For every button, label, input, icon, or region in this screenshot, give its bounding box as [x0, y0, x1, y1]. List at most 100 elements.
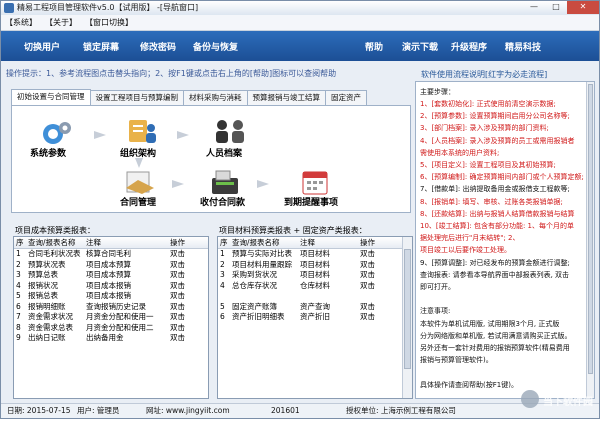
col-action[interactable]: 操作: [168, 237, 198, 248]
row-action[interactable]: 双击: [168, 260, 198, 271]
switch-user-button[interactable]: 切换用户: [24, 40, 60, 53]
row-note: 出纳备用金: [86, 333, 124, 342]
row-action[interactable]: 双击: [358, 260, 388, 271]
col-action[interactable]: 操作: [358, 237, 388, 248]
demo-download-button[interactable]: 演示下载: [402, 40, 438, 53]
maximize-button[interactable]: □: [545, 1, 567, 14]
table-row[interactable]: 2 项目材料用量跟踪 项目材料 双击: [218, 260, 412, 271]
calendar-icon[interactable]: [301, 168, 331, 196]
flow-step-line: 项目竣工以后要作竣工处理。: [420, 246, 511, 255]
vertical-scrollbar[interactable]: [402, 237, 412, 398]
row-index: 5: [16, 291, 21, 300]
cash-register-icon[interactable]: [210, 168, 240, 196]
minimize-button[interactable]: —: [523, 1, 545, 14]
table-row[interactable]: 6 报销明细账 查询报销历史记录 双击: [14, 302, 208, 313]
flow-staff-records[interactable]: 人员档案: [206, 146, 242, 159]
table-row[interactable]: 3 预算总表 项目成本预算 双击: [14, 270, 208, 281]
row-action[interactable]: 双击: [168, 281, 198, 292]
row-report-name: 固定资产账簿: [232, 301, 277, 311]
table-row[interactable]: [218, 291, 412, 302]
row-action[interactable]: 双击: [358, 302, 388, 313]
table-row[interactable]: 5 固定资产账簿 资产查询 双击: [218, 302, 412, 313]
row-report-name: 报销总表: [28, 291, 58, 300]
row-action[interactable]: 双击: [358, 281, 388, 292]
flow-step-line: 8、[报销单]: 填写、审核、过账各类报销单据;: [420, 197, 563, 206]
row-action[interactable]: 双击: [358, 249, 388, 260]
flow-panel: 系统参数 组织架构 人员档案 合同管理 收付合同款 到期提醒事项: [11, 105, 411, 213]
row-action[interactable]: 双击: [358, 312, 388, 323]
row-note: 项目成本预算: [86, 259, 131, 269]
menu-about[interactable]: 【关于】: [45, 17, 77, 28]
row-action[interactable]: 双击: [168, 249, 198, 260]
row-action[interactable]: 双击: [168, 333, 198, 344]
backup-restore-button[interactable]: 备份与恢复: [193, 40, 238, 53]
usage-flow-title: 软件使用流程说明[红字为必走流程]: [421, 70, 548, 79]
lock-screen-button[interactable]: 锁定屏幕: [83, 40, 119, 53]
status-website[interactable]: 网址: www.jingyiit.com: [146, 404, 230, 418]
row-action[interactable]: 双击: [168, 270, 198, 281]
table-row[interactable]: 8 资金需求总表 月资金分配和使用二 双击: [14, 323, 208, 334]
table-row[interactable]: 1 预算与实际对比表 项目材料 双击: [218, 249, 412, 260]
table-row[interactable]: 5 报销总表 项目成本报销 双击: [14, 291, 208, 302]
gear-globe-icon[interactable]: [40, 118, 74, 146]
table-row[interactable]: 4 报销状况 项目成本报销 双击: [14, 281, 208, 292]
tab-fixed-assets[interactable]: 固定资产: [325, 90, 367, 105]
col-note[interactable]: 注释: [84, 237, 168, 248]
change-password-button[interactable]: 修改密码: [140, 40, 176, 53]
flow-contract-management[interactable]: 合同管理: [120, 195, 156, 208]
row-note: 核算合同毛利: [86, 249, 131, 258]
row-action[interactable]: 双击: [168, 302, 198, 313]
col-index[interactable]: 序: [14, 237, 26, 248]
table-row[interactable]: 3 采购到货状况 项目材料 双击: [218, 270, 412, 281]
row-index: 6: [220, 312, 225, 321]
table-row[interactable]: 7 资金需求状况 月资金分配和使用一 双击: [14, 312, 208, 323]
flow-step-line: 查询报表: 请参看本导航界面中部报表列表, 双击: [420, 270, 570, 279]
col-index[interactable]: 序: [218, 237, 230, 248]
flow-system-params[interactable]: 系统参数: [30, 146, 66, 159]
scroll-thumb[interactable]: [588, 84, 593, 374]
tab-project-budget[interactable]: 设置工程项目与预算编制: [89, 90, 184, 105]
row-action[interactable]: [358, 291, 388, 302]
row-action[interactable]: 双击: [168, 312, 198, 323]
row-index: [218, 291, 230, 302]
flow-step-line: 5、[项目定义]: 设置工程项目及其初始预算;: [420, 161, 556, 169]
col-report-name[interactable]: 查询/报表名称: [26, 237, 84, 248]
table-row[interactable]: 1 合同毛利状况表 核算合同毛利 双击: [14, 249, 208, 260]
menu-system[interactable]: 【系统】: [5, 17, 37, 28]
people-icon[interactable]: [212, 116, 248, 146]
row-index: 2: [220, 259, 225, 269]
flow-receivable-payment[interactable]: 收付合同款: [200, 195, 245, 208]
arrow-down-icon: [135, 158, 143, 168]
close-button[interactable]: ✕: [567, 1, 599, 14]
window-title: 精易工程项目管理软件v5.0【试用版】 -[导航窗口]: [17, 3, 199, 12]
flow-due-reminders[interactable]: 到期提醒事项: [284, 195, 338, 208]
app-window: 精易工程项目管理软件v5.0【试用版】 -[导航窗口] — □ ✕ 【系统】 【…: [0, 0, 600, 419]
tab-budget-settlement[interactable]: 预算报销与竣工结算: [246, 90, 326, 105]
org-chart-icon[interactable]: [127, 116, 159, 146]
table-row[interactable]: 6 资产折旧明细表 资产折旧 双击: [218, 312, 412, 323]
help-button[interactable]: 帮助: [365, 40, 383, 53]
table-row[interactable]: 4 总仓库存状况 仓库材料 双击: [218, 281, 412, 292]
row-action[interactable]: 双击: [358, 270, 388, 281]
contract-hands-icon[interactable]: [124, 168, 156, 196]
vertical-scrollbar[interactable]: [586, 82, 594, 398]
upgrade-button[interactable]: 升级程序: [451, 40, 487, 53]
row-action[interactable]: 双击: [168, 323, 198, 334]
row-report-name: 出纳日记账: [28, 333, 66, 342]
table-row[interactable]: 9 出纳日记账 出纳备用金 双击: [14, 333, 208, 344]
tab-initial-contract[interactable]: 初始设置与合同管理: [11, 89, 91, 105]
table-row[interactable]: 2 预算状况表 项目成本预算 双击: [14, 260, 208, 271]
window-controls: — □ ✕: [523, 1, 599, 15]
row-index: 8: [16, 322, 21, 332]
flow-step-line: 2、[预算参数]: 设置预算期间启用分公司名称等;: [420, 112, 570, 121]
flow-step-line: 10、[竣工结算]: 包含有部分功能: 1、每个月的单: [420, 222, 574, 230]
scroll-thumb[interactable]: [404, 249, 411, 369]
watermark-text: 当下软件园: [543, 397, 593, 408]
jingyi-tech-link[interactable]: 精易科技: [505, 40, 541, 53]
row-action[interactable]: 双击: [168, 291, 198, 302]
menu-window-switch[interactable]: 【窗口切换】: [85, 17, 133, 28]
col-report-name[interactable]: 查询/报表名称: [230, 237, 298, 248]
tab-material-purchase[interactable]: 材料采购与消耗: [183, 90, 248, 105]
col-note[interactable]: 注释: [298, 237, 358, 248]
flow-step-line: 据处理完后进行"月末结转"; 2、: [420, 234, 520, 243]
